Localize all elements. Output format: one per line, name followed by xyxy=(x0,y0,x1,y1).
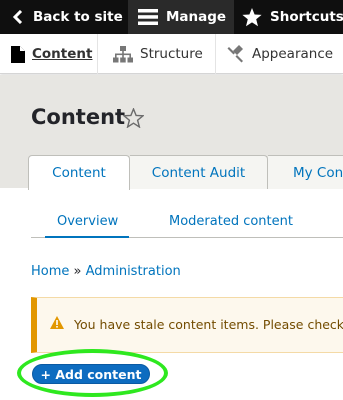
shortcut-star-icon[interactable] xyxy=(123,108,144,128)
tab-content[interactable]: Content xyxy=(28,155,130,190)
tray-item-appearance[interactable]: Appearance xyxy=(216,34,343,74)
manage-tab[interactable]: Manage xyxy=(128,0,234,34)
admin-toolbar: Back to site Manage Shortcuts xyxy=(0,0,343,34)
shortcuts-label: Shortcuts xyxy=(270,9,343,25)
warning-message-text: You have stale content items. Please che… xyxy=(74,317,343,332)
hamburger-icon xyxy=(138,9,158,25)
page-title: Content xyxy=(31,105,126,129)
back-to-site-label: Back to site xyxy=(33,9,123,25)
breadcrumb-administration-link[interactable]: Administration xyxy=(86,264,181,279)
tray-item-content[interactable]: Content xyxy=(0,34,98,74)
back-to-site-link[interactable]: Back to site xyxy=(0,0,128,34)
tab-moderated-content[interactable]: Moderated content xyxy=(169,214,293,229)
tab-content-audit[interactable]: Content Audit xyxy=(130,155,268,189)
tray-item-structure[interactable]: Structure xyxy=(98,34,216,74)
chevron-left-icon xyxy=(12,10,23,24)
tab-my-content-label: My Con xyxy=(293,164,343,181)
add-content-button[interactable]: + Add content xyxy=(32,364,150,384)
document-icon xyxy=(11,45,25,63)
tab-my-content[interactable]: My Con xyxy=(268,155,343,189)
tray-appearance-label: Appearance xyxy=(252,46,334,62)
breadcrumb-home-link[interactable]: Home xyxy=(31,264,69,279)
tab-content-label: Content xyxy=(52,165,106,181)
breadcrumb-separator: » xyxy=(73,264,82,279)
tab-overview[interactable]: Overview xyxy=(57,214,118,229)
paintbrush-icon xyxy=(227,45,243,63)
active-tab-indicator xyxy=(45,236,129,238)
warning-icon xyxy=(50,316,64,329)
breadcrumb: Home » Administration xyxy=(31,264,181,279)
manage-label: Manage xyxy=(166,9,227,25)
sitemap-icon xyxy=(113,45,133,62)
tab-content-audit-label: Content Audit xyxy=(151,164,246,181)
toolbar-tray: Content Structure Appearance xyxy=(0,34,343,74)
tray-content-label: Content xyxy=(32,46,93,62)
shortcuts-tab[interactable]: Shortcuts xyxy=(234,0,343,34)
tray-structure-label: Structure xyxy=(140,46,203,62)
star-filled-icon xyxy=(242,7,262,26)
